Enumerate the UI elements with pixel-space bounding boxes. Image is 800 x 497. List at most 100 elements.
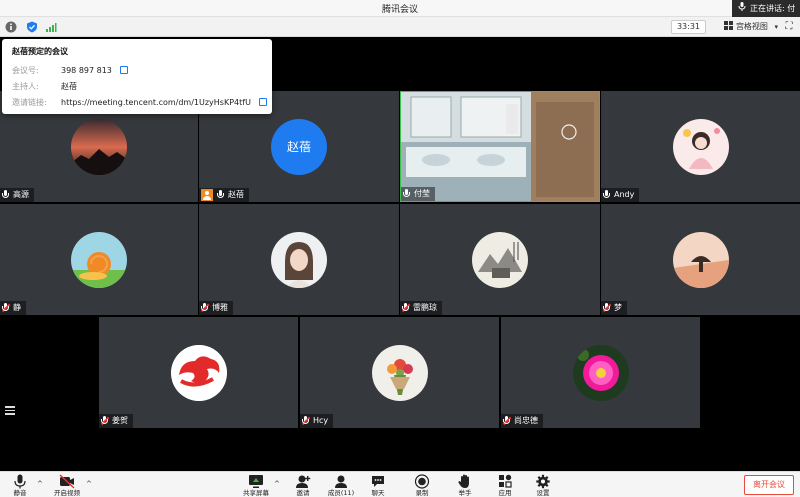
share-screen-button[interactable]: 共享屏幕 [240, 474, 272, 497]
participant-label: Hcy [300, 414, 334, 428]
copy-icon[interactable] [119, 66, 128, 74]
meeting-id-value: 398 897 813 [61, 63, 128, 79]
chat-button[interactable]: 聊天 [367, 474, 389, 497]
share-screen-label: 共享屏幕 [243, 489, 269, 497]
share-screen-icon [248, 474, 264, 489]
participant-label: 高源 [0, 188, 34, 202]
mic-icon [738, 0, 750, 17]
chevron-up-icon[interactable]: ^ [86, 480, 92, 488]
list-icon[interactable] [5, 406, 15, 416]
mic-icon [403, 189, 410, 199]
avatar [472, 231, 528, 288]
invite-link-text[interactable]: https://meeting.tencent.com/dm/1UzyHsKP4… [61, 98, 251, 107]
participant-name: 梦 [614, 303, 622, 312]
meeting-info-title: 赵蓓预定的会议 [12, 47, 68, 56]
mic-icon [12, 474, 28, 489]
invite-link-value: https://meeting.tencent.com/dm/1UzyHsKP4… [61, 95, 267, 111]
fullscreen-icon[interactable]: ⛶ [783, 21, 795, 33]
participant-name: Andy [614, 190, 635, 199]
shield-icon[interactable] [26, 21, 38, 33]
apps-icon [497, 474, 513, 489]
hand-icon [457, 474, 473, 489]
host-row: 主持人: 赵蓓 [12, 79, 262, 95]
avatar [170, 344, 227, 401]
info-icon[interactable] [5, 21, 17, 33]
settings-label: 设置 [536, 489, 550, 497]
meeting-id-label: 会议号: [12, 66, 39, 75]
participant-tile[interactable]: Andy [601, 91, 800, 202]
participant-tile[interactable]: 尚忠德 [501, 317, 700, 428]
participant-name: 高源 [13, 190, 29, 199]
invite-link-label: 邀请链接: [12, 98, 47, 107]
participant-tile[interactable]: 雷鹏琼 [400, 204, 600, 315]
host-label: 主持人: [12, 82, 39, 91]
chevron-down-icon: ▾ [774, 23, 778, 31]
participant-name: 雷鹏琼 [413, 303, 437, 312]
avatar [71, 231, 127, 288]
speaking-indicator: 正在讲话: 付 [732, 0, 800, 17]
avatar [71, 118, 127, 175]
title-bar: 腾讯会议 正在讲话: 付 [0, 0, 800, 17]
participant-name: Hcy [313, 416, 329, 425]
copy-icon[interactable] [258, 98, 267, 106]
record-icon [414, 474, 430, 489]
chevron-up-icon[interactable]: ^ [37, 480, 43, 488]
apps-label: 应用 [498, 489, 512, 497]
participant-tile[interactable]: 梦 [601, 204, 800, 315]
settings-button[interactable]: 设置 [532, 474, 554, 497]
participant-tile[interactable]: 静 [0, 204, 198, 315]
mic-muted-icon [401, 303, 411, 313]
participant-label: 姜贺 [99, 414, 133, 428]
mic-muted-icon [100, 416, 110, 426]
record-button[interactable]: 录制 [411, 474, 433, 497]
window-title: 腾讯会议 [381, 5, 418, 15]
meeting-timer: 33:31 [670, 20, 706, 34]
chevron-up-icon[interactable]: ^ [274, 480, 280, 488]
avatar [572, 344, 629, 401]
participant-label: 雷鹏琼 [400, 301, 442, 315]
participant-name: 付莹 [414, 189, 430, 198]
avatar: 赵蓓 [271, 118, 327, 175]
chat-label: 聊天 [371, 489, 385, 497]
participant-name: 姜贺 [112, 416, 128, 425]
video-feed [401, 92, 599, 201]
bottom-toolbar: 静音 ^ 开启视频 ^ 共享屏幕 ^ 邀请 成员(11) 聊天 录制 举手 应用… [0, 471, 800, 497]
mic-muted-icon [1, 303, 11, 313]
video-label: 开启视频 [54, 489, 80, 497]
participant-label: 尚忠德 [501, 414, 543, 428]
gear-icon [535, 474, 551, 489]
participant-name: 静 [13, 303, 21, 312]
meeting-id-text: 398 897 813 [61, 66, 112, 75]
apps-button[interactable]: 应用 [494, 474, 516, 497]
avatar [271, 231, 327, 288]
participant-tile[interactable]: 姜贺 [99, 317, 298, 428]
view-mode-label: 宫格视图 [735, 22, 768, 31]
leave-meeting-button[interactable]: 离开会议 [744, 475, 794, 495]
members-icon [333, 474, 349, 489]
mic-icon [603, 190, 610, 200]
participant-name: 博雅 [212, 303, 228, 312]
participant-label: 梦 [601, 301, 627, 315]
mic-muted-icon [602, 303, 612, 313]
participant-tile[interactable]: 博雅 [199, 204, 399, 315]
video-button[interactable]: 开启视频 [52, 474, 82, 497]
mic-icon [2, 190, 9, 200]
video-off-icon [59, 474, 75, 489]
participant-video-tile[interactable]: 付莹 [400, 91, 600, 202]
top-toolbar: 33:31 宫格视图 ▾ ⛶ [0, 17, 800, 37]
members-button[interactable]: 成员(11) [325, 474, 357, 497]
record-label: 录制 [415, 489, 429, 497]
meeting-window: 腾讯会议 正在讲话: 付 33:31 宫格视图 ▾ ⛶ 赵蓓预定的会议 会议号:… [0, 0, 800, 497]
view-mode-button[interactable]: 宫格视图 ▾ [723, 20, 778, 34]
signal-icon[interactable] [45, 21, 57, 33]
participant-label: 赵蓓 [199, 188, 249, 202]
participant-label: 博雅 [199, 301, 233, 315]
avatar [672, 231, 729, 288]
mute-label: 静音 [13, 489, 27, 497]
participant-tile[interactable]: Hcy [300, 317, 499, 428]
mic-muted-icon [502, 416, 512, 426]
mute-button[interactable]: 静音 [8, 474, 32, 497]
invite-button[interactable]: 邀请 [292, 474, 314, 497]
raise-hand-button[interactable]: 举手 [454, 474, 476, 497]
participant-name: 赵蓓 [228, 190, 244, 199]
